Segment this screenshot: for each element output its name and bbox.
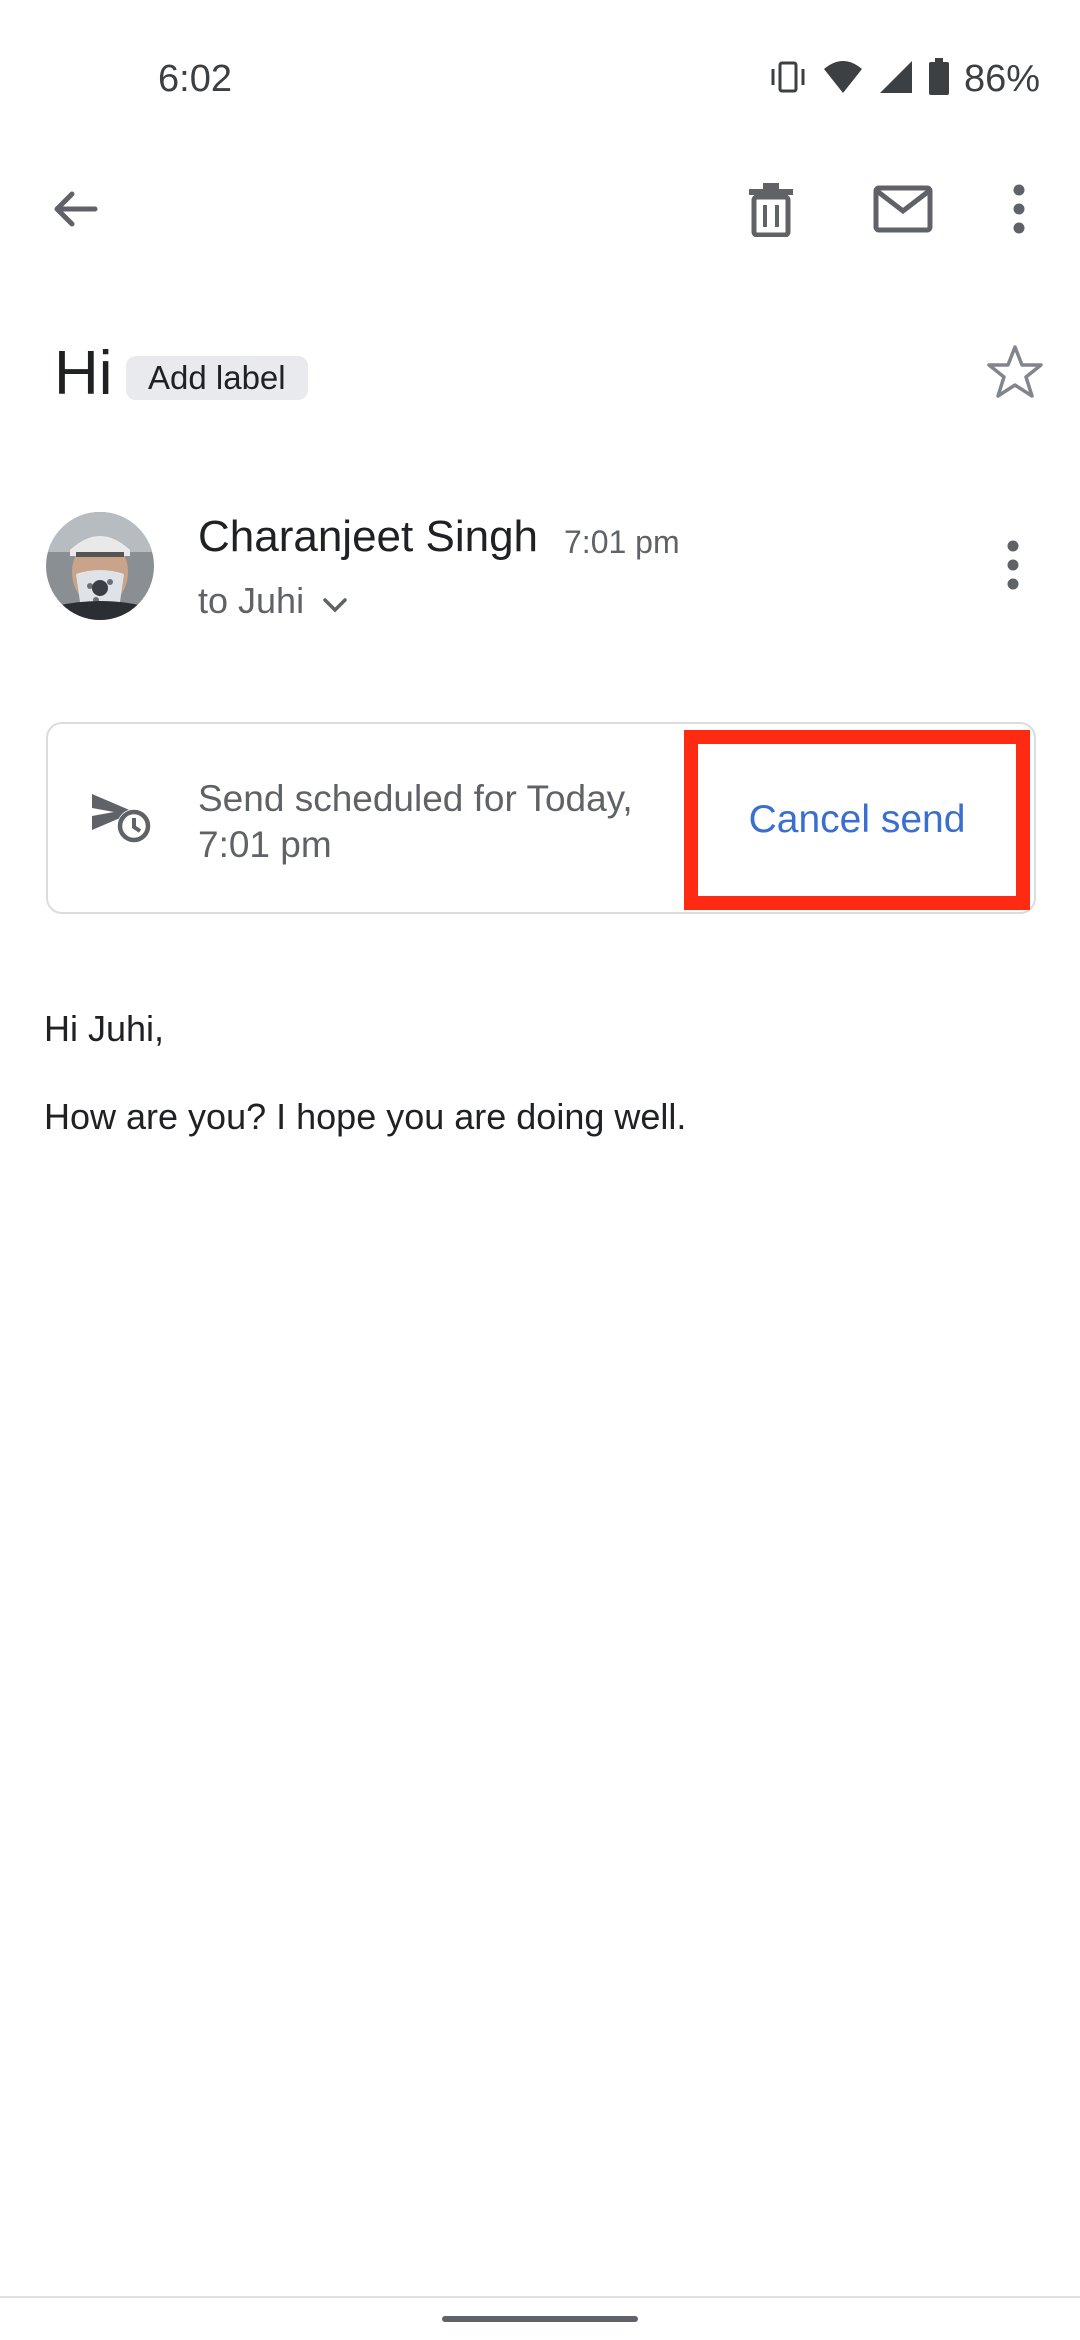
mark-unread-button[interactable] [858, 166, 948, 256]
chevron-down-icon [322, 580, 348, 622]
delete-button[interactable] [726, 166, 816, 256]
back-button[interactable] [30, 166, 120, 256]
email-body-line: How are you? I hope you are doing well. [44, 1096, 687, 1137]
status-time: 6:02 [158, 58, 232, 100]
back-arrow-icon [50, 184, 100, 239]
sender-name: Charanjeet Singh [198, 512, 539, 561]
mark-unread-icon [873, 185, 933, 238]
more-vert-icon [1012, 184, 1026, 239]
nav-divider [0, 2296, 1080, 2298]
sent-time: 7:01 pm [564, 524, 680, 560]
gesture-nav-handle[interactable] [442, 2316, 638, 2322]
cancel-send-label: Cancel send [748, 798, 966, 841]
delete-icon [746, 181, 796, 242]
battery-icon [928, 58, 950, 101]
scheduled-send-icon [90, 790, 154, 851]
email-body-greeting: Hi Juhi, [44, 1008, 165, 1049]
message-more-button[interactable] [1006, 540, 1020, 595]
email-subject: Hi [54, 339, 113, 408]
wifi-icon [822, 59, 864, 100]
add-label-button[interactable]: Add label [126, 356, 308, 400]
more-vert-icon [1006, 540, 1020, 594]
vibrate-icon [768, 59, 808, 100]
more-options-button[interactable] [974, 166, 1064, 256]
star-button[interactable] [986, 344, 1044, 405]
scheduled-send-message: Send scheduled for Today, 7:01 pm [198, 778, 633, 865]
recipient-details-toggle[interactable]: to Juhi [198, 580, 348, 622]
star-icon [986, 345, 1044, 404]
cancel-send-button[interactable]: Cancel send [684, 730, 1030, 910]
signal-icon [878, 59, 914, 100]
recipient-label: to Juhi [198, 580, 305, 621]
sender-avatar[interactable] [46, 512, 154, 620]
battery-percent: 86% [963, 58, 1040, 100]
status-icons: 86% [768, 58, 1040, 101]
